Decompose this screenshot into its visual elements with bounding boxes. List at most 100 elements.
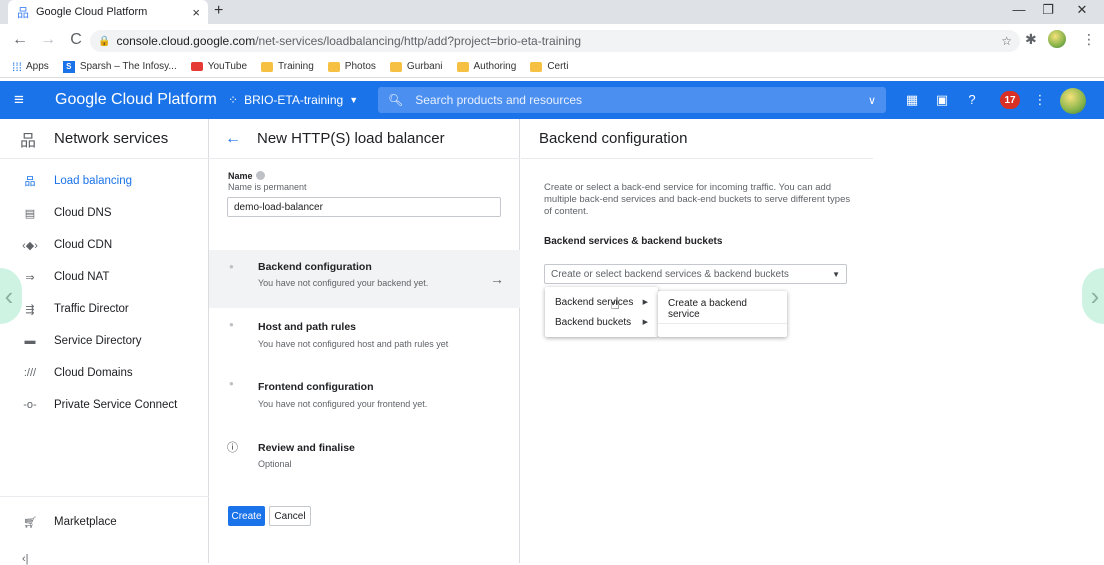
backend-description: Create or select a back-end service for … <box>544 182 851 217</box>
restore-icon[interactable]: ❐ <box>1034 2 1062 18</box>
chevron-down-icon[interactable]: ∨ <box>868 94 876 107</box>
close-window-icon[interactable]: ✕ <box>1068 2 1096 18</box>
apps-grid-icon: ⁞⁞⁞ <box>12 59 23 74</box>
bookmark-label: Certi <box>547 61 569 72</box>
avatar[interactable] <box>1060 88 1086 114</box>
gift-icon[interactable]: ▦ <box>903 92 921 108</box>
bookmark-certi[interactable]: Certi <box>530 61 568 72</box>
step-bullet-icon: ● <box>229 262 234 271</box>
back-nav-icon[interactable]: ← <box>6 31 34 49</box>
sidebar-item-label: Cloud DNS <box>54 207 112 219</box>
new-tab-button[interactable]: + <box>214 2 223 20</box>
sidebar-title: Network services <box>54 130 169 147</box>
profile-avatar-icon[interactable] <box>1048 30 1066 48</box>
step-title[interactable]: Frontend configuration <box>258 381 374 393</box>
search-icon: 🔍︎ <box>388 93 404 107</box>
bookmark-label: Photos <box>344 61 376 72</box>
search-placeholder: Search products and resources <box>415 93 582 107</box>
step-desc: Optional <box>258 459 292 469</box>
help-icon[interactable]: ? <box>963 92 981 107</box>
step-bullet-icon: ● <box>229 379 234 388</box>
step-title[interactable]: Host and path rules <box>258 321 356 333</box>
sidebar-item-label: Load balancing <box>54 175 133 187</box>
menu-item-create-backend-service[interactable]: Create a backend service <box>658 298 787 320</box>
bookmark-label: YouTube <box>207 61 248 72</box>
nat-icon: ⇒ <box>25 271 35 284</box>
bookmark-apps[interactable]: ⁞⁞⁞ Apps <box>12 60 49 74</box>
sidebar-item-marketplace[interactable]: 🛒︎ Marketplace <box>0 506 209 538</box>
chevron-down-icon: ▼ <box>349 95 359 105</box>
cloud-shell-icon[interactable]: ▣ <box>933 92 951 108</box>
bookmark-sparsh[interactable]: S Sparsh – The Infosy... <box>62 60 177 73</box>
sidebar-item-cloud-nat[interactable]: ⇒ Cloud NAT <box>0 261 209 293</box>
sidebar-item-cloud-cdn[interactable]: ‹◆› Cloud CDN <box>0 229 209 261</box>
bookmark-label: Training <box>278 61 314 72</box>
menu-item-backend-services[interactable]: Backend services ▶ <box>545 292 658 312</box>
search-bar[interactable]: 🔍︎ Search products and resources ∨ <box>378 87 886 113</box>
panel-title: Backend configuration <box>521 119 873 159</box>
next-slide-arrow-icon[interactable]: › <box>1082 268 1104 324</box>
folder-icon <box>327 61 340 72</box>
project-selector[interactable]: ⁘ BRIO-ETA-training ▼ <box>228 93 358 107</box>
sidebar-item-service-directory[interactable]: ▬ Service Directory <box>0 325 209 357</box>
address-bar[interactable]: 🔒 console.cloud.google.com/net-services/… <box>90 30 1020 52</box>
url-path: /net-services/loadbalancing/http/add?pro… <box>255 34 582 48</box>
name-input[interactable] <box>227 197 501 217</box>
create-button[interactable]: Create <box>228 506 265 526</box>
backend-select[interactable]: Create or select backend services & back… <box>544 264 847 284</box>
folder-icon <box>530 61 543 72</box>
sidebar-item-private-service-connect[interactable]: -o- Private Service Connect <box>0 389 209 421</box>
submenu-arrow-icon: ▶ <box>642 299 648 306</box>
sparsh-icon: S <box>62 60 75 73</box>
sidebar-item-cloud-domains[interactable]: :/// Cloud Domains <box>0 357 209 389</box>
backend-select-placeholder: Create or select backend services & back… <box>551 268 789 280</box>
sidebar-item-label: Service Directory <box>54 335 142 347</box>
sidebar-item-load-balancing[interactable]: 品 Load balancing <box>0 165 209 197</box>
back-arrow-icon[interactable]: ← <box>225 130 241 148</box>
service-directory-icon: ▬ <box>24 335 36 347</box>
tab-close-icon[interactable]: × <box>192 5 200 20</box>
tab-title: Google Cloud Platform <box>36 6 148 18</box>
info-circle-icon: ⓘ <box>227 442 238 454</box>
name-hint: Name is permanent <box>228 182 307 192</box>
browser-tab[interactable]: 品 Google Cloud Platform × <box>8 0 208 24</box>
folder-icon <box>456 61 469 72</box>
project-icon: ⁘ <box>228 93 239 107</box>
bookmark-gurbani[interactable]: Gurbani <box>389 61 443 72</box>
extensions-icon[interactable]: ✱ <box>1025 31 1037 48</box>
step-desc: You have not configured your frontend ye… <box>258 399 428 409</box>
step-desc: You have not configured host and path ru… <box>258 339 449 349</box>
step-title: Backend configuration <box>258 261 372 273</box>
browser-menu-icon[interactable]: ⋮ <box>1082 31 1096 48</box>
url-host: console.cloud.google.com <box>116 34 256 48</box>
step-title[interactable]: Review and finalise <box>258 442 355 454</box>
bookmark-training[interactable]: Training <box>261 61 314 72</box>
bookmark-photos[interactable]: Photos <box>327 61 376 72</box>
reload-icon[interactable]: C <box>62 31 90 49</box>
bookmark-youtube[interactable]: YouTube <box>190 61 248 72</box>
sidebar-item-cloud-dns[interactable]: ▤ Cloud DNS <box>0 197 209 229</box>
name-label: Name <box>228 171 265 181</box>
traffic-director-icon: ⇶ <box>25 303 35 316</box>
notifications-badge[interactable]: 17 <box>1000 91 1020 109</box>
cdn-icon: ‹◆› <box>22 239 38 252</box>
forward-nav-icon[interactable]: → <box>34 31 62 49</box>
more-options-icon[interactable]: ⋮ <box>1031 92 1049 108</box>
bookmark-authoring[interactable]: Authoring <box>456 61 516 72</box>
hand-cursor-icon: ☝ <box>610 296 620 313</box>
collapse-sidebar-icon[interactable]: ‹| <box>22 553 29 565</box>
dns-icon: ▤ <box>24 207 36 220</box>
arrow-right-icon[interactable]: → <box>490 271 504 287</box>
hamburger-menu-icon[interactable]: ≡ <box>14 90 24 110</box>
cart-icon: 🛒︎ <box>23 516 37 529</box>
help-circle-icon[interactable] <box>255 171 265 180</box>
cancel-button[interactable]: Cancel <box>269 506 311 526</box>
menu-item-backend-buckets[interactable]: Backend buckets ▶ <box>545 312 658 332</box>
star-icon[interactable]: ☆ <box>1001 34 1012 48</box>
bookmark-label: Apps <box>26 61 49 72</box>
minimize-icon[interactable]: — <box>1005 2 1033 17</box>
step-desc: You have not configured your backend yet… <box>258 278 429 288</box>
gcp-title[interactable]: Google Cloud Platform <box>55 91 217 109</box>
sidebar-item-label: Marketplace <box>54 516 117 528</box>
sidebar-item-traffic-director[interactable]: ⇶ Traffic Director <box>0 293 209 325</box>
